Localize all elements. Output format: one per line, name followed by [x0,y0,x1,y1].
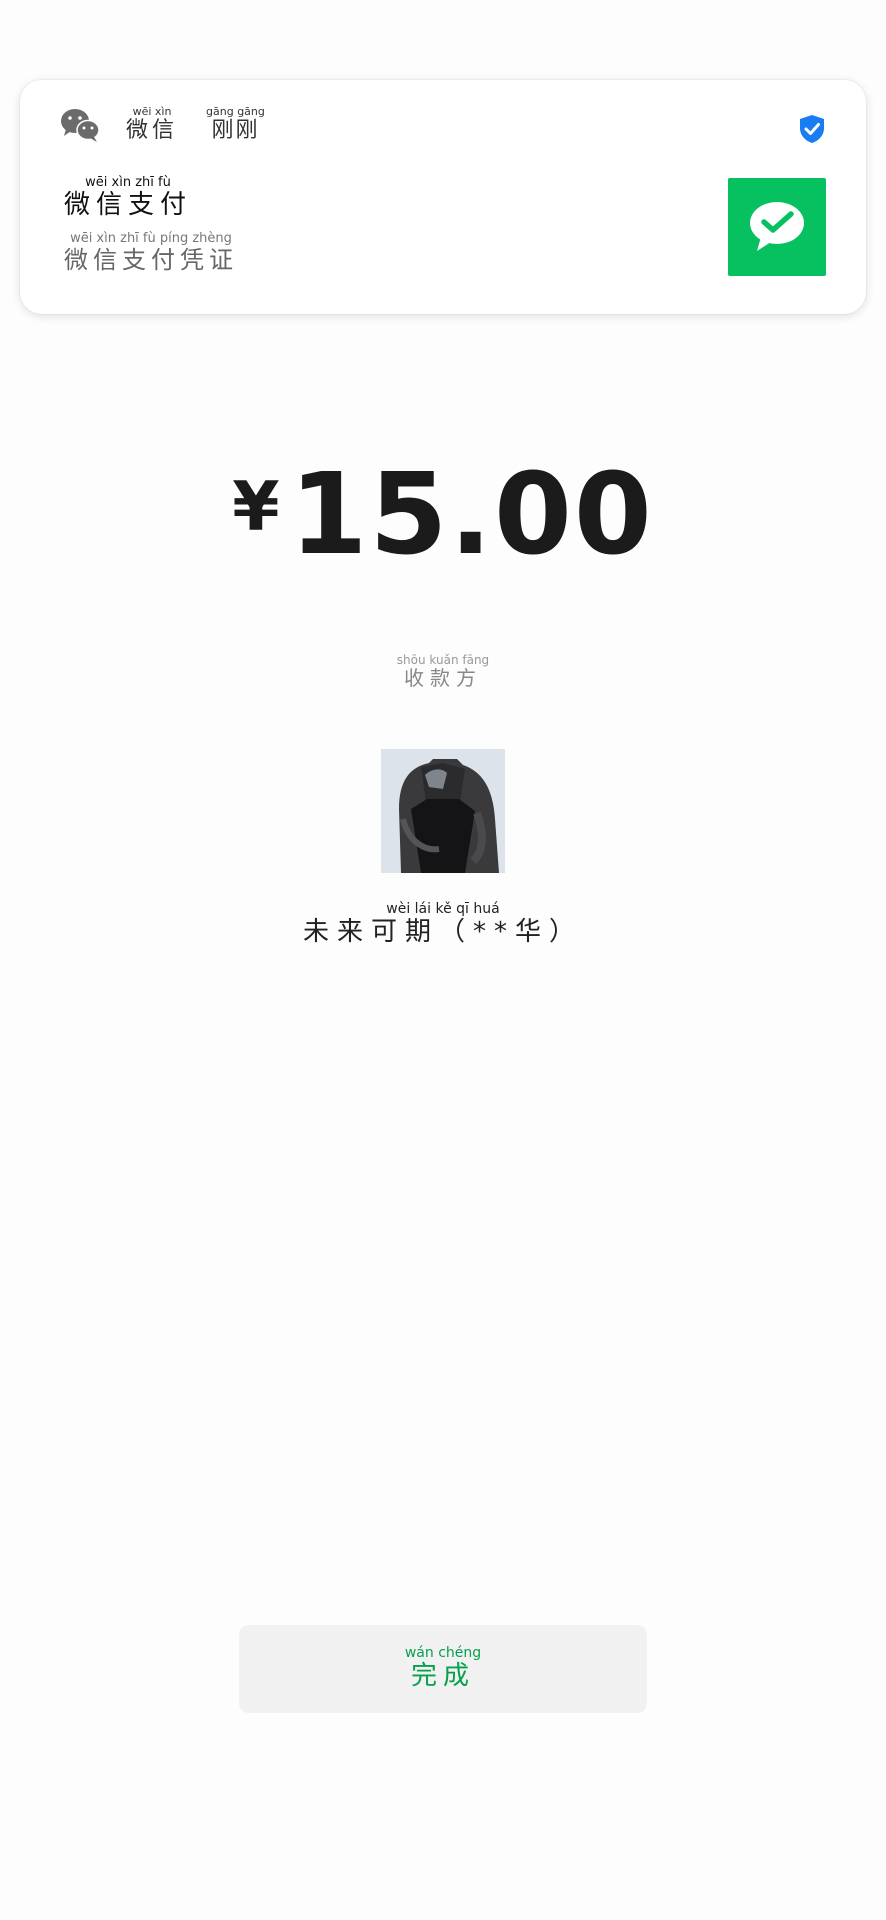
notification-title: 微信支付wēi xìn zhī fù [64,175,193,220]
wechat-pay-icon [750,202,804,251]
payee-label: 收款方shōu kuǎn fāng [396,653,490,690]
wechat-logo-icon [61,109,100,142]
done-button[interactable]: 完成wán chéng [239,1625,647,1713]
payee-avatar [381,749,505,873]
payment-amount: ¥15.00 [0,450,886,580]
amount-value: 15.00 [289,450,654,580]
wechat-pay-thumbnail [728,178,826,276]
shield-check-icon [800,115,824,143]
app-name: 微信wēi xìn [126,105,179,143]
notification-subtitle: 微信支付凭证wēi xìn zhī fù píng zhèng [64,231,238,274]
currency-symbol: ¥ [232,468,280,547]
notification-time: 刚刚gāng gāng [206,105,265,143]
avatar-photo [381,749,505,873]
payment-notification-card[interactable]: 微信wēi xìn 刚刚gāng gāng 微信支付wēi xìn zhī fù… [20,80,866,314]
notification-header: 微信wēi xìn 刚刚gāng gāng [60,105,265,144]
payee-name: 未来可期（**华）wèi lái kě qī huá [302,901,583,947]
